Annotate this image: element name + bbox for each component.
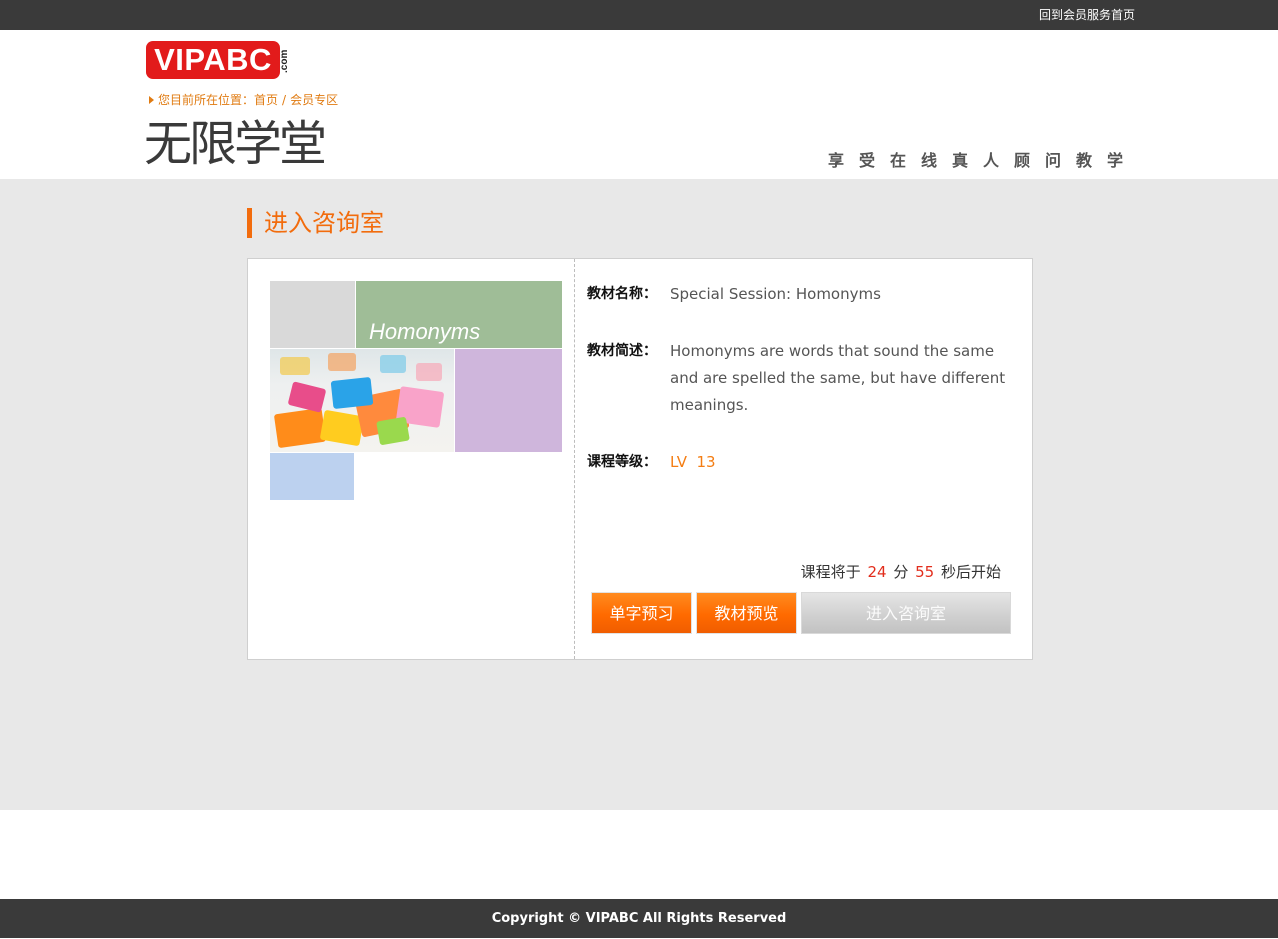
breadcrumb-home-link[interactable]: 首页	[254, 93, 278, 107]
page-title: 无限学堂	[144, 116, 327, 172]
breadcrumb-arrow-icon	[149, 96, 154, 104]
material-thumbnail: Homonyms	[270, 281, 562, 500]
main-content: 进入咨询室 Homonyms 教材名称： Special Session: Ho…	[0, 179, 1278, 810]
breadcrumb-prefix: 您目前所在位置：	[158, 93, 255, 107]
start-countdown: 课程将于 24 分 55 秒后开始	[801, 559, 1001, 585]
thumbnail-tile-green: Homonyms	[356, 281, 562, 348]
breadcrumb-member-link[interactable]: 会员专区	[290, 93, 338, 107]
countdown-minute-unit: 分	[893, 563, 909, 581]
footer: Copyright © VIPABC All Rights Reserved	[0, 899, 1278, 938]
material-preview-button[interactable]: 教材预览	[696, 592, 797, 634]
course-level-label: 课程等级：	[587, 454, 657, 470]
vocab-preview-button[interactable]: 单字预习	[591, 592, 692, 634]
material-name-label: 教材名称：	[587, 286, 657, 302]
vipabc-logo[interactable]: VIPABC .com	[146, 41, 290, 79]
material-desc-label: 教材简述：	[587, 343, 657, 359]
member-home-link[interactable]: 回到会员服务首页	[1039, 7, 1135, 23]
material-desc: Homonyms are words that sound the same a…	[670, 342, 1006, 414]
enter-room-button[interactable]: 进入咨询室	[801, 592, 1011, 634]
countdown-prefix: 课程将于	[800, 563, 861, 581]
header: VIPABC .com 您目前所在位置：首页 / 会员专区 无限学堂 享受在线真人顾…	[0, 30, 1278, 179]
slogan: 享受在线真人顾问教学	[827, 151, 1138, 170]
countdown-minutes: 24	[867, 563, 887, 581]
thumbnail-tile-gray	[270, 281, 355, 348]
card-divider	[574, 259, 575, 659]
material-name: Special Session: Homonyms	[670, 285, 881, 303]
breadcrumb: 您目前所在位置：首页 / 会员专区	[149, 92, 338, 108]
thumbnail-tile-purple	[455, 349, 562, 452]
section-title: 进入咨询室	[247, 208, 384, 238]
course-level: LV 13	[670, 453, 716, 471]
session-card: Homonyms 教材名称： Special Session: Homonyms…	[247, 258, 1033, 660]
thumbnail-tile-blue	[270, 453, 354, 500]
countdown-suffix: 秒后开始	[940, 563, 1001, 581]
logo-suffix: .com	[279, 49, 290, 73]
thumbnail-title: Homonyms	[369, 319, 481, 344]
countdown-seconds: 55	[915, 563, 935, 581]
thumbnail-letters-image	[270, 349, 454, 452]
top-bar: 回到会员服务首页	[0, 0, 1278, 30]
breadcrumb-separator: /	[282, 93, 287, 107]
copyright-text: Copyright © VIPABC All Rights Reserved	[491, 911, 787, 926]
logo-text: VIPABC	[146, 41, 280, 79]
